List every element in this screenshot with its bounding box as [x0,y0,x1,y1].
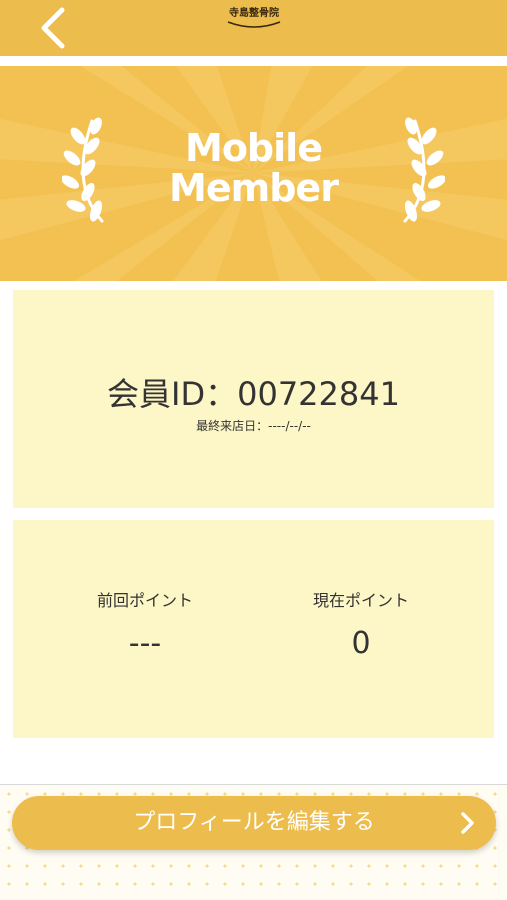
chevron-right-icon [461,812,474,834]
points-card: 前回ポイント --- 現在ポイント 0 [13,520,494,738]
edit-profile-label: プロフィールを編集する [133,810,375,835]
clinic-logo: 寺島整骨院 [213,8,295,44]
member-id-card: 会員ID：00722841 最終来店日：----/--/-- [13,290,494,508]
membership-banner: Mobile Member [0,66,507,281]
chevron-left-icon [41,7,65,49]
current-points-value: 0 [351,626,371,661]
last-visit-date: 最終来店日：----/--/-- [196,419,311,433]
current-points: 現在ポイント 0 [241,590,481,662]
member-id: 会員ID：00722841 [107,375,400,413]
current-points-label: 現在ポイント [312,591,409,610]
previous-points-value: --- [128,626,162,661]
previous-points: 前回ポイント --- [25,590,265,662]
app-header: 寺島整骨院 [0,0,507,56]
logo-text: 寺島整骨院 [229,8,279,19]
edit-profile-button[interactable]: プロフィールを編集する [12,796,496,850]
laurel-right-icon [403,117,445,223]
back-button[interactable] [30,4,78,52]
previous-points-label: 前回ポイント [96,591,193,610]
logo-smile [227,21,281,28]
